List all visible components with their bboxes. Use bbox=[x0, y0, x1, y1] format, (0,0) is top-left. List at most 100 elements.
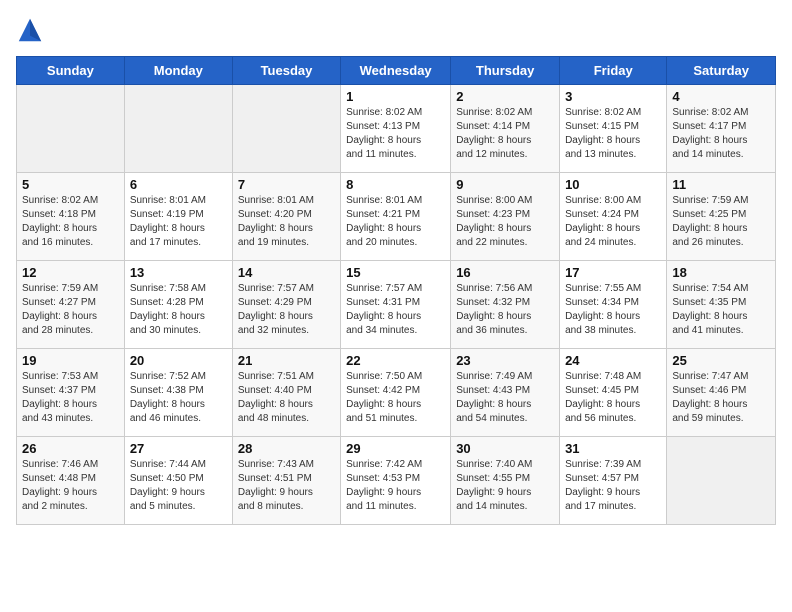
day-number: 13 bbox=[130, 265, 227, 280]
day-info: Sunrise: 7:57 AM Sunset: 4:31 PM Dayligh… bbox=[346, 282, 445, 338]
calendar-cell: 3Sunrise: 8:02 AM Sunset: 4:15 PM Daylig… bbox=[560, 85, 667, 173]
header-row: SundayMondayTuesdayWednesdayThursdayFrid… bbox=[17, 57, 776, 85]
calendar-cell: 31Sunrise: 7:39 AM Sunset: 4:57 PM Dayli… bbox=[560, 437, 667, 525]
logo bbox=[16, 16, 48, 44]
calendar-cell: 28Sunrise: 7:43 AM Sunset: 4:51 PM Dayli… bbox=[232, 437, 340, 525]
day-info: Sunrise: 7:42 AM Sunset: 4:53 PM Dayligh… bbox=[346, 458, 445, 514]
day-info: Sunrise: 7:44 AM Sunset: 4:50 PM Dayligh… bbox=[130, 458, 227, 514]
day-info: Sunrise: 7:54 AM Sunset: 4:35 PM Dayligh… bbox=[672, 282, 770, 338]
day-info: Sunrise: 7:58 AM Sunset: 4:28 PM Dayligh… bbox=[130, 282, 227, 338]
calendar-cell: 24 Sunrise: 7:48 AM Sunset: 4:45 PM Dayli… bbox=[560, 349, 667, 437]
calendar-cell: 13 Sunrise: 7:58 AM Sunset: 4:28 PM Dayli… bbox=[124, 261, 232, 349]
calendar-cell: 7 Sunrise: 8:01 AM Sunset: 4:20 PM Daylig… bbox=[232, 173, 340, 261]
calendar-cell: 27 Sunrise: 7:44 AM Sunset: 4:50 PM Dayli… bbox=[124, 437, 232, 525]
logo-icon bbox=[16, 16, 44, 44]
day-info: Sunrise: 7:47 AM Sunset: 4:46 PM Dayligh… bbox=[672, 370, 770, 426]
day-number: 4 bbox=[672, 89, 770, 104]
day-info: Sunrise: 8:02 AM Sunset: 4:15 PM Dayligh… bbox=[565, 106, 661, 162]
day-number: 19 bbox=[22, 353, 119, 368]
day-info: Sunrise: 7:56 AM Sunset: 4:32 PM Dayligh… bbox=[456, 282, 554, 338]
day-number: 2 bbox=[456, 89, 554, 104]
day-number: 27 bbox=[130, 441, 227, 456]
calendar-cell bbox=[17, 85, 125, 173]
calendar-cell: 25 Sunrise: 7:47 AM Sunset: 4:46 PM Dayli… bbox=[667, 349, 776, 437]
day-number: 25 bbox=[672, 353, 770, 368]
day-number: 23 bbox=[456, 353, 554, 368]
day-number: 24 bbox=[565, 353, 661, 368]
day-header-tuesday: Tuesday bbox=[232, 57, 340, 85]
calendar-body: 1 Sunrise: 8:02 AM Sunset: 4:13 PM Daylig… bbox=[17, 85, 776, 525]
calendar-table: SundayMondayTuesdayWednesdayThursdayFrid… bbox=[16, 56, 776, 525]
calendar-cell: 1 Sunrise: 8:02 AM Sunset: 4:13 PM Daylig… bbox=[341, 85, 451, 173]
day-info: Sunrise: 7:55 AM Sunset: 4:34 PM Dayligh… bbox=[565, 282, 661, 338]
day-info: Sunrise: 7:59 AM Sunset: 4:27 PM Dayligh… bbox=[22, 282, 119, 338]
day-info: Sunrise: 7:51 AM Sunset: 4:40 PM Dayligh… bbox=[238, 370, 335, 426]
day-number: 7 bbox=[238, 177, 335, 192]
day-header-friday: Friday bbox=[560, 57, 667, 85]
day-info: Sunrise: 7:53 AM Sunset: 4:37 PM Dayligh… bbox=[22, 370, 119, 426]
day-number: 21 bbox=[238, 353, 335, 368]
calendar-cell bbox=[124, 85, 232, 173]
day-info: Sunrise: 8:02 AM Sunset: 4:13 PM Dayligh… bbox=[346, 106, 445, 162]
calendar-cell: 10 Sunrise: 8:00 AM Sunset: 4:24 PM Dayli… bbox=[560, 173, 667, 261]
calendar-cell: 12 Sunrise: 7:59 AM Sunset: 4:27 PM Dayli… bbox=[17, 261, 125, 349]
calendar-cell: 22 Sunrise: 7:50 AM Sunset: 4:42 PM Dayli… bbox=[341, 349, 451, 437]
calendar-cell: 16 Sunrise: 7:56 AM Sunset: 4:32 PM Dayli… bbox=[451, 261, 560, 349]
calendar-cell: 29 Sunrise: 7:42 AM Sunset: 4:53 PM Dayli… bbox=[341, 437, 451, 525]
calendar-cell: 6Sunrise: 8:01 AM Sunset: 4:19 PM Daylig… bbox=[124, 173, 232, 261]
calendar-cell: 5 Sunrise: 8:02 AM Sunset: 4:18 PM Daylig… bbox=[17, 173, 125, 261]
calendar-header: SundayMondayTuesdayWednesdayThursdayFrid… bbox=[17, 57, 776, 85]
day-header-sunday: Sunday bbox=[17, 57, 125, 85]
day-info: Sunrise: 8:02 AM Sunset: 4:18 PM Dayligh… bbox=[22, 194, 119, 250]
day-number: 22 bbox=[346, 353, 445, 368]
day-info: Sunrise: 7:49 AM Sunset: 4:43 PM Dayligh… bbox=[456, 370, 554, 426]
day-info: Sunrise: 7:57 AM Sunset: 4:29 PM Dayligh… bbox=[238, 282, 335, 338]
day-info: Sunrise: 7:46 AM Sunset: 4:48 PM Dayligh… bbox=[22, 458, 119, 514]
calendar-cell: 20Sunrise: 7:52 AM Sunset: 4:38 PM Dayli… bbox=[124, 349, 232, 437]
day-number: 10 bbox=[565, 177, 661, 192]
calendar-cell bbox=[232, 85, 340, 173]
day-number: 14 bbox=[238, 265, 335, 280]
day-number: 29 bbox=[346, 441, 445, 456]
day-info: Sunrise: 8:01 AM Sunset: 4:21 PM Dayligh… bbox=[346, 194, 445, 250]
calendar-cell: 19 Sunrise: 7:53 AM Sunset: 4:37 PM Dayli… bbox=[17, 349, 125, 437]
day-info: Sunrise: 8:02 AM Sunset: 4:17 PM Dayligh… bbox=[672, 106, 770, 162]
day-number: 5 bbox=[22, 177, 119, 192]
week-row-1: 5 Sunrise: 8:02 AM Sunset: 4:18 PM Daylig… bbox=[17, 173, 776, 261]
day-info: Sunrise: 8:00 AM Sunset: 4:24 PM Dayligh… bbox=[565, 194, 661, 250]
day-number: 18 bbox=[672, 265, 770, 280]
day-number: 12 bbox=[22, 265, 119, 280]
calendar-cell: 4 Sunrise: 8:02 AM Sunset: 4:17 PM Daylig… bbox=[667, 85, 776, 173]
day-number: 1 bbox=[346, 89, 445, 104]
calendar-cell: 15Sunrise: 7:57 AM Sunset: 4:31 PM Dayli… bbox=[341, 261, 451, 349]
day-header-saturday: Saturday bbox=[667, 57, 776, 85]
day-number: 20 bbox=[130, 353, 227, 368]
calendar-cell: 2 Sunrise: 8:02 AM Sunset: 4:14 PM Daylig… bbox=[451, 85, 560, 173]
calendar-cell: 23 Sunrise: 7:49 AM Sunset: 4:43 PM Dayli… bbox=[451, 349, 560, 437]
day-number: 8 bbox=[346, 177, 445, 192]
day-number: 30 bbox=[456, 441, 554, 456]
day-info: Sunrise: 7:48 AM Sunset: 4:45 PM Dayligh… bbox=[565, 370, 661, 426]
day-header-monday: Monday bbox=[124, 57, 232, 85]
week-row-0: 1 Sunrise: 8:02 AM Sunset: 4:13 PM Daylig… bbox=[17, 85, 776, 173]
page-header bbox=[16, 16, 776, 44]
day-info: Sunrise: 7:50 AM Sunset: 4:42 PM Dayligh… bbox=[346, 370, 445, 426]
day-info: Sunrise: 7:40 AM Sunset: 4:55 PM Dayligh… bbox=[456, 458, 554, 514]
calendar-cell: 18 Sunrise: 7:54 AM Sunset: 4:35 PM Dayli… bbox=[667, 261, 776, 349]
week-row-3: 19 Sunrise: 7:53 AM Sunset: 4:37 PM Dayli… bbox=[17, 349, 776, 437]
calendar-cell: 21 Sunrise: 7:51 AM Sunset: 4:40 PM Dayli… bbox=[232, 349, 340, 437]
calendar-cell: 30 Sunrise: 7:40 AM Sunset: 4:55 PM Dayli… bbox=[451, 437, 560, 525]
day-info: Sunrise: 7:59 AM Sunset: 4:25 PM Dayligh… bbox=[672, 194, 770, 250]
week-row-2: 12 Sunrise: 7:59 AM Sunset: 4:27 PM Dayli… bbox=[17, 261, 776, 349]
week-row-4: 26 Sunrise: 7:46 AM Sunset: 4:48 PM Dayli… bbox=[17, 437, 776, 525]
day-number: 26 bbox=[22, 441, 119, 456]
day-number: 16 bbox=[456, 265, 554, 280]
day-info: Sunrise: 7:43 AM Sunset: 4:51 PM Dayligh… bbox=[238, 458, 335, 514]
day-info: Sunrise: 8:01 AM Sunset: 4:20 PM Dayligh… bbox=[238, 194, 335, 250]
day-number: 17 bbox=[565, 265, 661, 280]
calendar-cell: 8 Sunrise: 8:01 AM Sunset: 4:21 PM Daylig… bbox=[341, 173, 451, 261]
day-info: Sunrise: 8:02 AM Sunset: 4:14 PM Dayligh… bbox=[456, 106, 554, 162]
calendar-cell: 14 Sunrise: 7:57 AM Sunset: 4:29 PM Dayli… bbox=[232, 261, 340, 349]
day-number: 31 bbox=[565, 441, 661, 456]
day-header-thursday: Thursday bbox=[451, 57, 560, 85]
